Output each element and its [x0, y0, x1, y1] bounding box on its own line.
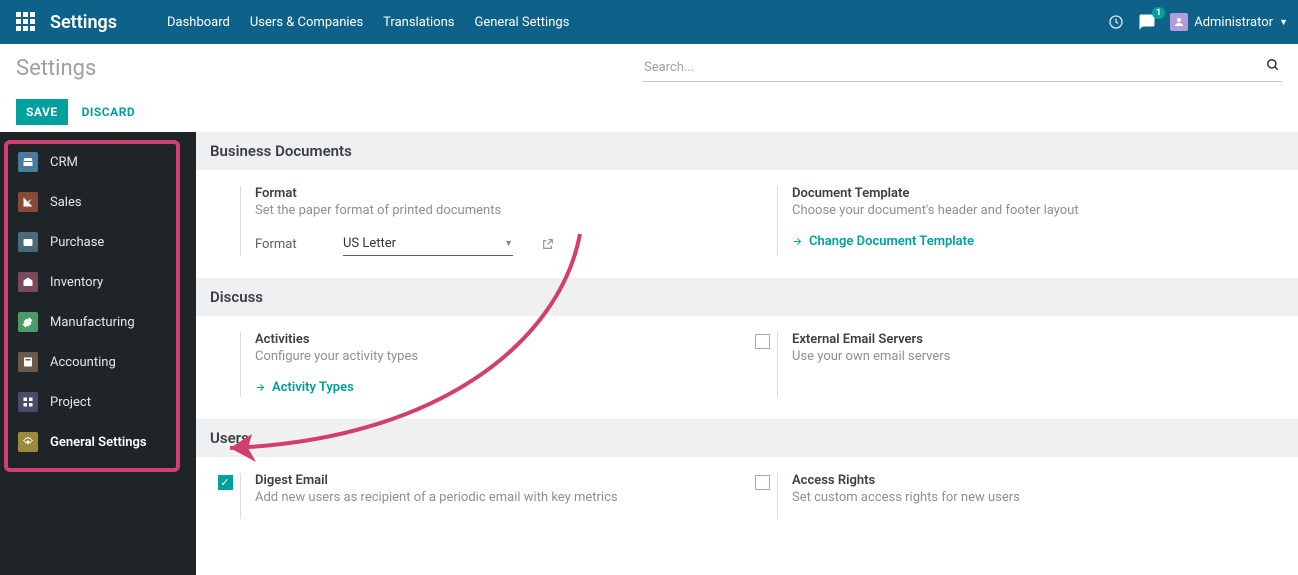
sidebar-item-general-settings[interactable]: General Settings: [0, 422, 196, 462]
accounting-icon: [18, 352, 38, 372]
sidebar-item-purchase[interactable]: Purchase: [0, 222, 196, 262]
access-title: Access Rights: [792, 473, 1264, 488]
digest-title: Digest Email: [255, 473, 727, 488]
purchase-icon: [18, 232, 38, 252]
access-rights-checkbox[interactable]: [755, 475, 770, 490]
change-template-link[interactable]: Change Document Template: [792, 234, 974, 249]
section-header: Users: [196, 419, 1298, 457]
access-desc: Set custom access rights for new users: [792, 490, 1264, 505]
nav-users-companies[interactable]: Users & Companies: [250, 15, 363, 30]
sidebar-item-sales[interactable]: Sales: [0, 182, 196, 222]
template-title: Document Template: [792, 186, 1264, 201]
sidebar-label: Project: [50, 395, 91, 410]
manufacturing-icon: [18, 312, 38, 332]
inventory-icon: [18, 272, 38, 292]
sidebar-label: General Settings: [50, 435, 147, 450]
format-title: Format: [255, 186, 727, 201]
project-icon: [18, 392, 38, 412]
nav-dashboard[interactable]: Dashboard: [167, 15, 230, 30]
sidebar-item-accounting[interactable]: Accounting: [0, 342, 196, 382]
user-menu[interactable]: Administrator ▼: [1170, 13, 1288, 31]
section-discuss: Discuss Activities Configure your activi…: [196, 278, 1298, 419]
save-button[interactable]: SAVE: [16, 99, 68, 125]
activities-title: Activities: [255, 332, 727, 347]
format-select[interactable]: US Letter ▼: [343, 232, 513, 256]
action-bar: SAVE DISCARD: [0, 92, 1298, 132]
external-email-desc: Use your own email servers: [792, 349, 1264, 364]
chat-badge: 1: [1152, 7, 1165, 19]
external-email-checkbox[interactable]: [755, 334, 770, 349]
template-desc: Choose your document's header and footer…: [792, 203, 1264, 218]
digest-desc: Add new users as recipient of a periodic…: [255, 490, 727, 505]
discard-button[interactable]: DISCARD: [82, 105, 136, 119]
section-users: Users ✓ Digest Email Add new users as re…: [196, 419, 1298, 541]
section-header: Business Documents: [196, 132, 1298, 170]
sidebar-item-manufacturing[interactable]: Manufacturing: [0, 302, 196, 342]
section-business-documents: Business Documents Format Set the paper …: [196, 132, 1298, 278]
search-wrap: [642, 54, 1282, 82]
sidebar-label: Purchase: [50, 235, 104, 250]
top-navbar: Settings Dashboard Users & Companies Tra…: [0, 0, 1298, 44]
sidebar-label: Sales: [50, 195, 82, 210]
section-header: Discuss: [196, 278, 1298, 316]
digest-email-checkbox[interactable]: ✓: [218, 475, 233, 490]
page-title: Settings: [16, 56, 96, 81]
sidebar-item-inventory[interactable]: Inventory: [0, 262, 196, 302]
format-label: Format: [255, 237, 315, 252]
sidebar-label: Manufacturing: [50, 315, 135, 330]
external-link-icon[interactable]: [541, 238, 554, 251]
gear-icon: [18, 432, 38, 452]
nav-translations[interactable]: Translations: [383, 15, 454, 30]
clock-icon[interactable]: [1108, 14, 1124, 30]
navbar-brand[interactable]: Settings: [50, 12, 117, 33]
sidebar-label: Accounting: [50, 355, 116, 370]
chevron-down-icon: ▼: [504, 238, 513, 249]
crm-icon: [18, 152, 38, 172]
navbar-menu: Dashboard Users & Companies Translations…: [167, 15, 569, 30]
user-avatar-icon: [1170, 13, 1188, 31]
chat-icon[interactable]: 1: [1138, 13, 1156, 31]
sales-icon: [18, 192, 38, 212]
apps-grid-icon[interactable]: [16, 12, 36, 32]
format-desc: Set the paper format of printed document…: [255, 203, 727, 218]
control-bar: Settings: [0, 44, 1298, 92]
search-input[interactable]: [642, 54, 1282, 81]
sidebar-label: Inventory: [50, 275, 103, 290]
sidebar-item-crm[interactable]: CRM: [0, 142, 196, 182]
nav-general-settings[interactable]: General Settings: [475, 15, 570, 30]
settings-sidebar: CRM Sales Purchase Inventory Manufacturi…: [0, 132, 196, 575]
main-content: Business Documents Format Set the paper …: [196, 132, 1298, 575]
activity-types-link[interactable]: Activity Types: [255, 380, 354, 395]
sidebar-label: CRM: [50, 155, 78, 170]
activities-desc: Configure your activity types: [255, 349, 727, 364]
external-email-title: External Email Servers: [792, 332, 1264, 347]
sidebar-item-project[interactable]: Project: [0, 382, 196, 422]
search-icon[interactable]: [1266, 58, 1280, 72]
chevron-down-icon: ▼: [1279, 17, 1288, 28]
user-name: Administrator: [1194, 15, 1273, 30]
